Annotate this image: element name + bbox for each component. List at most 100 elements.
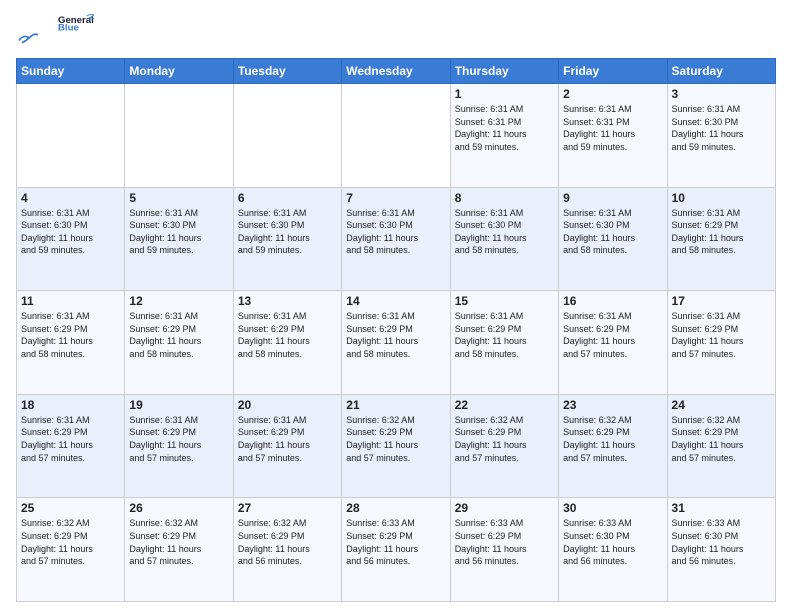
calendar-cell-w3-d6: 16 Sunrise: 6:31 AM Sunset: 6:29 PM Dayli… [559,291,667,395]
day-number: 14 [346,294,445,308]
calendar-cell-w3-d2: 12 Sunrise: 6:31 AM Sunset: 6:29 PM Dayli… [125,291,233,395]
logo: General Blue [16,16,94,50]
day-number: 30 [563,501,662,515]
header: General Blue [16,16,776,50]
day-info: Sunrise: 6:32 AM Sunset: 6:29 PM Dayligh… [238,517,337,567]
day-number: 22 [455,398,554,412]
day-number: 15 [455,294,554,308]
calendar-cell-w5-d2: 26Sunrise: 6:32 AM Sunset: 6:29 PM Dayli… [125,498,233,602]
day-number: 13 [238,294,337,308]
day-number: 17 [672,294,771,308]
day-info: Sunrise: 6:32 AM Sunset: 6:29 PM Dayligh… [21,517,120,567]
bird-icon [18,32,38,48]
day-info: Sunrise: 6:31 AM Sunset: 6:29 PM Dayligh… [563,310,662,360]
calendar-cell-w5-d1: 25 Sunrise: 6:32 AM Sunset: 6:29 PM Dayli… [17,498,125,602]
calendar-cell-w4-d4: 21 Sunrise: 6:32 AM Sunset: 6:29 PM Dayli… [342,394,450,498]
calendar-cell-w3-d7: 17 Sunrise: 6:31 AM Sunset: 6:29 PM Dayli… [667,291,775,395]
day-number: 23 [563,398,662,412]
day-info: Sunrise: 6:32 AM Sunset: 6:29 PM Dayligh… [672,414,771,464]
calendar-cell-w1-d3 [233,84,341,188]
day-number: 29 [455,501,554,515]
calendar-cell-w5-d7: 31Sunrise: 6:33 AM Sunset: 6:30 PM Dayli… [667,498,775,602]
day-number: 2 [563,87,662,101]
day-info: Sunrise: 6:31 AM Sunset: 6:29 PM Dayligh… [21,414,120,464]
day-number: 6 [238,191,337,205]
day-number: 26 [129,501,228,515]
calendar-cell-w2-d1: 4 Sunrise: 6:31 AM Sunset: 6:30 PM Daylig… [17,187,125,291]
calendar-cell-w4-d1: 18Sunrise: 6:31 AM Sunset: 6:29 PM Dayli… [17,394,125,498]
day-number: 24 [672,398,771,412]
day-info: Sunrise: 6:31 AM Sunset: 6:30 PM Dayligh… [346,207,445,257]
week-row-4: 18Sunrise: 6:31 AM Sunset: 6:29 PM Dayli… [17,394,776,498]
day-number: 20 [238,398,337,412]
calendar-cell-w3-d4: 14 Sunrise: 6:31 AM Sunset: 6:29 PM Dayli… [342,291,450,395]
day-number: 11 [21,294,120,308]
calendar-cell-w2-d7: 10Sunrise: 6:31 AM Sunset: 6:29 PM Dayli… [667,187,775,291]
calendar-cell-w4-d6: 23Sunrise: 6:32 AM Sunset: 6:29 PM Dayli… [559,394,667,498]
calendar-cell-w3-d3: 13 Sunrise: 6:31 AM Sunset: 6:29 PM Dayli… [233,291,341,395]
day-info: Sunrise: 6:31 AM Sunset: 6:30 PM Dayligh… [672,103,771,153]
calendar-cell-w4-d7: 24 Sunrise: 6:32 AM Sunset: 6:29 PM Dayli… [667,394,775,498]
day-info: Sunrise: 6:33 AM Sunset: 6:29 PM Dayligh… [346,517,445,567]
day-info: Sunrise: 6:31 AM Sunset: 6:29 PM Dayligh… [129,414,228,464]
day-info: Sunrise: 6:31 AM Sunset: 6:30 PM Dayligh… [455,207,554,257]
header-tuesday: Tuesday [233,59,341,84]
day-info: Sunrise: 6:31 AM Sunset: 6:29 PM Dayligh… [21,310,120,360]
day-number: 8 [455,191,554,205]
day-number: 28 [346,501,445,515]
calendar-cell-w2-d4: 7 Sunrise: 6:31 AM Sunset: 6:30 PM Daylig… [342,187,450,291]
page: General Blue SundayMondayTuesdayWednesda… [0,0,792,612]
week-row-2: 4 Sunrise: 6:31 AM Sunset: 6:30 PM Daylig… [17,187,776,291]
day-info: Sunrise: 6:31 AM Sunset: 6:30 PM Dayligh… [21,207,120,257]
calendar-cell-w2-d2: 5Sunrise: 6:31 AM Sunset: 6:30 PM Daylig… [125,187,233,291]
header-friday: Friday [559,59,667,84]
day-number: 16 [563,294,662,308]
calendar-cell-w2-d5: 8 Sunrise: 6:31 AM Sunset: 6:30 PM Daylig… [450,187,558,291]
day-number: 25 [21,501,120,515]
calendar-cell-w1-d1 [17,84,125,188]
calendar-cell-w4-d5: 22 Sunrise: 6:32 AM Sunset: 6:29 PM Dayli… [450,394,558,498]
calendar-header-row: SundayMondayTuesdayWednesdayThursdayFrid… [17,59,776,84]
day-info: Sunrise: 6:32 AM Sunset: 6:29 PM Dayligh… [455,414,554,464]
calendar-cell-w5-d4: 28 Sunrise: 6:33 AM Sunset: 6:29 PM Dayli… [342,498,450,602]
day-info: Sunrise: 6:31 AM Sunset: 6:30 PM Dayligh… [563,207,662,257]
header-thursday: Thursday [450,59,558,84]
calendar-table: SundayMondayTuesdayWednesdayThursdayFrid… [16,58,776,602]
day-number: 7 [346,191,445,205]
header-saturday: Saturday [667,59,775,84]
day-info: Sunrise: 6:33 AM Sunset: 6:29 PM Dayligh… [455,517,554,567]
day-info: Sunrise: 6:32 AM Sunset: 6:29 PM Dayligh… [346,414,445,464]
calendar-cell-w5-d3: 27 Sunrise: 6:32 AM Sunset: 6:29 PM Dayli… [233,498,341,602]
header-monday: Monday [125,59,233,84]
day-number: 31 [672,501,771,515]
day-number: 4 [21,191,120,205]
day-info: Sunrise: 6:31 AM Sunset: 6:29 PM Dayligh… [346,310,445,360]
calendar-cell-w3-d5: 15Sunrise: 6:31 AM Sunset: 6:29 PM Dayli… [450,291,558,395]
logo-icon: General Blue [58,12,94,32]
calendar-cell-w5-d5: 29 Sunrise: 6:33 AM Sunset: 6:29 PM Dayli… [450,498,558,602]
day-number: 5 [129,191,228,205]
day-info: Sunrise: 6:31 AM Sunset: 6:31 PM Dayligh… [455,103,554,153]
day-number: 21 [346,398,445,412]
day-info: Sunrise: 6:31 AM Sunset: 6:29 PM Dayligh… [129,310,228,360]
calendar-cell-w1-d7: 3Sunrise: 6:31 AM Sunset: 6:30 PM Daylig… [667,84,775,188]
calendar-cell-w1-d2 [125,84,233,188]
header-wednesday: Wednesday [342,59,450,84]
day-info: Sunrise: 6:33 AM Sunset: 6:30 PM Dayligh… [563,517,662,567]
svg-text:Blue: Blue [58,22,79,32]
calendar-cell-w2-d3: 6 Sunrise: 6:31 AM Sunset: 6:30 PM Daylig… [233,187,341,291]
week-row-3: 11 Sunrise: 6:31 AM Sunset: 6:29 PM Dayli… [17,291,776,395]
day-info: Sunrise: 6:31 AM Sunset: 6:29 PM Dayligh… [672,310,771,360]
calendar-cell-w1-d6: 2Sunrise: 6:31 AM Sunset: 6:31 PM Daylig… [559,84,667,188]
day-info: Sunrise: 6:31 AM Sunset: 6:29 PM Dayligh… [238,310,337,360]
calendar-cell-w1-d5: 1Sunrise: 6:31 AM Sunset: 6:31 PM Daylig… [450,84,558,188]
week-row-5: 25 Sunrise: 6:32 AM Sunset: 6:29 PM Dayli… [17,498,776,602]
day-number: 19 [129,398,228,412]
day-number: 9 [563,191,662,205]
day-number: 27 [238,501,337,515]
day-number: 12 [129,294,228,308]
header-sunday: Sunday [17,59,125,84]
day-number: 10 [672,191,771,205]
day-info: Sunrise: 6:31 AM Sunset: 6:30 PM Dayligh… [238,207,337,257]
calendar-cell-w3-d1: 11 Sunrise: 6:31 AM Sunset: 6:29 PM Dayli… [17,291,125,395]
